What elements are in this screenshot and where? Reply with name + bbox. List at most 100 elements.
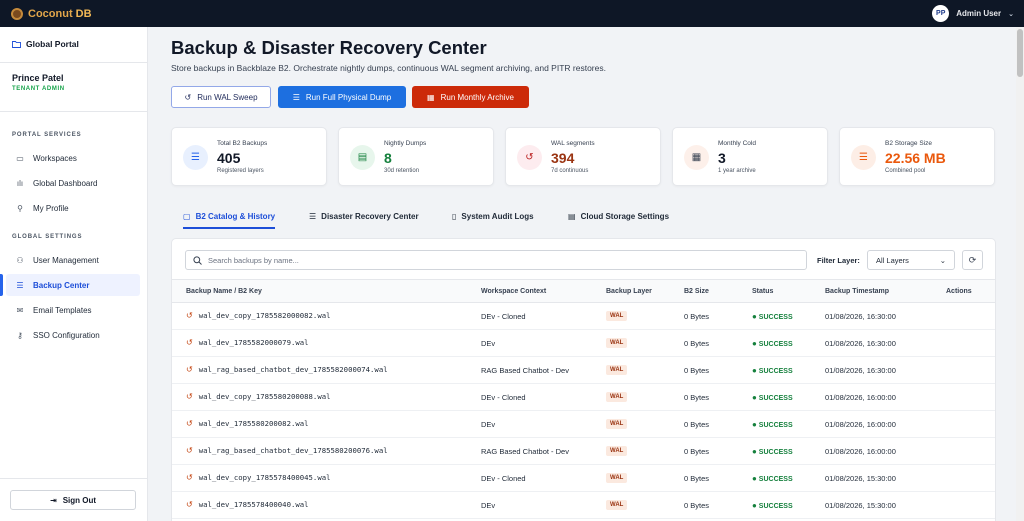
- history-icon: ↺: [186, 338, 193, 347]
- tab-b2-catalog[interactable]: ▢ B2 Catalog & History: [183, 205, 276, 229]
- size-cell: 0 Bytes: [684, 501, 710, 510]
- size-cell: 0 Bytes: [684, 366, 710, 375]
- size-cell: 0 Bytes: [684, 312, 710, 321]
- backup-name-cell[interactable]: ↺ wal_dev_1785582000079.wal: [186, 338, 309, 347]
- sidebar-item-global-dashboard[interactable]: ılı Global Dashboard: [6, 172, 140, 194]
- sidebar-item-email-templates[interactable]: ✉ Email Templates: [6, 299, 140, 321]
- workspace-cell: RAG Based Chatbot - Dev: [481, 447, 569, 456]
- global-portal-link[interactable]: Global Portal: [12, 39, 79, 49]
- chevron-down-icon: ⌄: [1008, 10, 1014, 18]
- sidebar-divider: [0, 478, 148, 479]
- timestamp-cell: 01/08/2026, 16:30:00: [825, 339, 896, 348]
- size-cell: 0 Bytes: [684, 447, 710, 456]
- timestamp-cell: 01/08/2026, 15:30:00: [825, 474, 896, 483]
- tab-audit-logs[interactable]: ▯ System Audit Logs: [452, 205, 534, 227]
- table-row[interactable]: ↺ wal_dev_copy_1785578400045.wal DEv - C…: [172, 465, 995, 492]
- layer-badge: WAL: [606, 473, 628, 483]
- backup-name-cell[interactable]: ↺ wal_dev_copy_1785582000082.wal: [186, 311, 331, 320]
- size-cell: 0 Bytes: [684, 393, 710, 402]
- timestamp-cell: 01/08/2026, 16:00:00: [825, 447, 896, 456]
- table-row[interactable]: ↺ wal_dev_1785580200082.wal DEv WAL 0 By…: [172, 411, 995, 438]
- search-box[interactable]: [185, 250, 807, 270]
- table-row[interactable]: ↺ wal_dev_1785582000079.wal DEv WAL 0 By…: [172, 330, 995, 357]
- page-scrollbar[interactable]: [1016, 27, 1024, 521]
- user-menu[interactable]: PP Admin User ⌄: [932, 5, 1014, 22]
- table-row[interactable]: ↺ wal_dev_copy_1785582000082.wal DEv - C…: [172, 303, 995, 330]
- table-row[interactable]: ↺ wal_dev_1785578400040.wal DEv WAL 0 By…: [172, 492, 995, 519]
- timestamp-cell: 01/08/2026, 16:30:00: [825, 312, 896, 321]
- chevron-down-icon: ⌄: [939, 255, 946, 265]
- sign-out-icon: ⇥: [49, 495, 57, 505]
- layer-badge: WAL: [606, 311, 628, 321]
- table-row[interactable]: ↺ wal_rag_based_chatbot_dev_178558020007…: [172, 438, 995, 465]
- tab-cloud-storage[interactable]: ▤ Cloud Storage Settings: [568, 205, 669, 227]
- status-badge: ● SUCCESS: [752, 501, 793, 510]
- backup-name-cell[interactable]: ↺ wal_rag_based_chatbot_dev_178558200007…: [186, 365, 388, 374]
- calendar-icon: ▦: [427, 92, 435, 102]
- filter-layer-select[interactable]: All Layers ⌄: [867, 250, 955, 270]
- table-row[interactable]: ↺ wal_dev_copy_1785580200088.wal DEv - C…: [172, 384, 995, 411]
- archive-icon: ▤: [350, 145, 375, 170]
- refresh-icon: ⟳: [968, 254, 977, 265]
- backup-name-cell[interactable]: ↺ wal_rag_based_chatbot_dev_178558020007…: [186, 446, 388, 455]
- status-dot-icon: ●: [752, 366, 757, 375]
- size-cell: 0 Bytes: [684, 339, 710, 348]
- refresh-button[interactable]: ⟳: [962, 250, 983, 270]
- scrollbar-thumb[interactable]: [1017, 29, 1023, 77]
- sidebar-item-backup-center[interactable]: ☰ Backup Center: [0, 274, 140, 296]
- tab-disaster-recovery[interactable]: ☰ Disaster Recovery Center: [309, 205, 419, 227]
- run-monthly-archive-button[interactable]: ▦ Run Monthly Archive: [412, 86, 529, 108]
- sign-out-button[interactable]: ⇥ Sign Out: [10, 490, 136, 510]
- tenant-name: Prince Patel: [12, 73, 64, 83]
- status-dot-icon: ●: [752, 420, 757, 429]
- database-icon: ☰: [309, 211, 317, 221]
- status-badge: ● SUCCESS: [752, 447, 793, 456]
- database-icon: ☰: [16, 280, 24, 290]
- database-icon: ☰: [851, 145, 876, 170]
- bar-chart-icon: ılı: [16, 178, 24, 188]
- backup-name-cell[interactable]: ↺ wal_dev_copy_1785578400045.wal: [186, 473, 331, 482]
- history-icon: ↺: [517, 145, 542, 170]
- workspace-cell: DEv: [481, 420, 496, 429]
- layer-badge: WAL: [606, 365, 628, 375]
- workspace-cell: DEv - Cloned: [481, 474, 526, 483]
- backup-name-cell[interactable]: ↺ wal_dev_1785578400040.wal: [186, 500, 309, 509]
- history-icon: ↺: [186, 392, 193, 401]
- backup-name-cell[interactable]: ↺ wal_dev_copy_1785580200088.wal: [186, 392, 331, 401]
- folder-icon: ▭: [16, 153, 24, 163]
- status-badge: ● SUCCESS: [752, 366, 793, 375]
- history-icon: ↺: [186, 419, 193, 428]
- stat-card-total-backups: ☰ Total B2 Backups 405 Registered layers: [171, 127, 327, 186]
- history-icon: ↺: [186, 365, 193, 374]
- status-badge: ● SUCCESS: [752, 474, 793, 483]
- search-input[interactable]: [208, 255, 798, 265]
- backup-name-cell[interactable]: ↺ wal_dev_1785580200082.wal: [186, 419, 309, 428]
- section-global-settings: GLOBAL SETTINGS: [12, 234, 83, 240]
- sidebar-item-my-profile[interactable]: ⚲ My Profile: [6, 197, 140, 219]
- server-icon: ▤: [568, 211, 576, 221]
- layer-badge: WAL: [606, 338, 628, 348]
- sidebar-item-user-management[interactable]: ⚇ User Management: [6, 249, 140, 271]
- status-dot-icon: ●: [752, 447, 757, 456]
- filter-label: Filter Layer:: [817, 256, 860, 265]
- size-cell: 0 Bytes: [684, 474, 710, 483]
- timestamp-cell: 01/08/2026, 15:30:00: [825, 501, 896, 510]
- table-row[interactable]: ↺ wal_rag_based_chatbot_dev_178558200007…: [172, 357, 995, 384]
- file-icon: ▯: [452, 211, 457, 221]
- history-icon: ↺: [186, 500, 193, 509]
- top-bar: Coconut DB PP Admin User ⌄: [0, 0, 1024, 27]
- timestamp-cell: 01/08/2026, 16:30:00: [825, 366, 896, 375]
- brand[interactable]: Coconut DB: [11, 7, 92, 20]
- avatar: PP: [932, 5, 950, 22]
- history-icon: ↺: [186, 311, 193, 320]
- status-dot-icon: ●: [752, 312, 757, 321]
- stat-card-nightly-dumps: ▤ Nightly Dumps 8 30d retention: [338, 127, 494, 186]
- run-wal-sweep-button[interactable]: ↺ Run WAL Sweep: [171, 86, 271, 108]
- workspace-cell: DEv: [481, 501, 496, 510]
- sidebar-item-sso-configuration[interactable]: ⚷ SSO Configuration: [6, 324, 140, 346]
- run-full-dump-button[interactable]: ☰ Run Full Physical Dump: [278, 86, 406, 108]
- layer-badge: WAL: [606, 419, 628, 429]
- status-badge: ● SUCCESS: [752, 339, 793, 348]
- layer-badge: WAL: [606, 500, 628, 510]
- sidebar-item-workspaces[interactable]: ▭ Workspaces: [6, 147, 140, 169]
